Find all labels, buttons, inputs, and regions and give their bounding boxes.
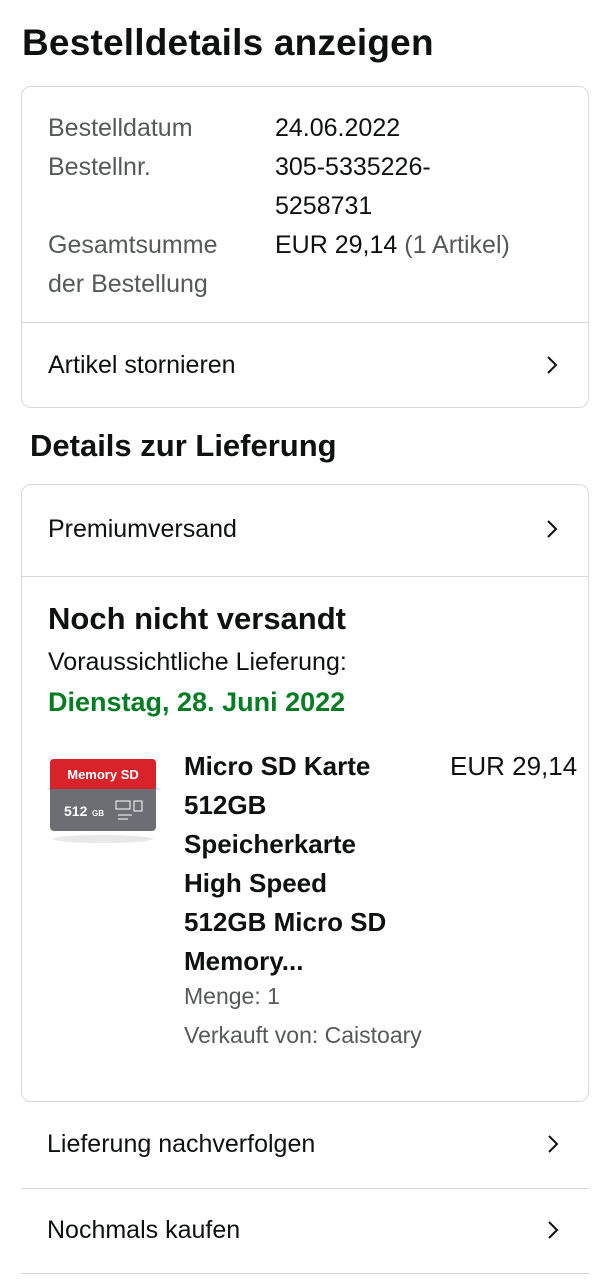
product-image[interactable]: Memory SD 512 GB bbox=[48, 755, 158, 845]
delivery-card: Premiumversand Noch nicht versandt Vorau… bbox=[21, 484, 589, 1102]
order-number-value-line2: 5258731 bbox=[275, 192, 373, 220]
divider bbox=[21, 1273, 589, 1274]
page-title: Bestelldetails anzeigen bbox=[22, 22, 434, 63]
product-seller: Verkauft von: Caistoary bbox=[184, 1022, 422, 1048]
track-delivery-label: Lieferung nachverfolgen bbox=[47, 1129, 316, 1158]
delivery-section-title: Details zur Lieferung bbox=[30, 428, 337, 463]
shipping-method-label: Premiumversand bbox=[48, 514, 237, 543]
chevron-right-icon bbox=[547, 356, 558, 374]
shipment-status: Noch nicht versandt bbox=[48, 601, 346, 636]
order-number-value-line1: 305-5335226- bbox=[275, 153, 431, 181]
product-quantity: Menge: 1 bbox=[184, 983, 280, 1009]
sd-card-brand-text: Memory SD bbox=[67, 767, 139, 782]
delivery-estimate-label: Voraussichtliche Lieferung: bbox=[48, 648, 347, 676]
order-date-value: 24.06.2022 bbox=[275, 114, 401, 142]
order-total-label-line2: der Bestellung bbox=[48, 270, 208, 298]
cancel-items-link[interactable]: Artikel stornieren bbox=[22, 323, 588, 407]
order-total-label-line1: Gesamtsumme bbox=[48, 231, 218, 259]
order-number-label: Bestellnr. bbox=[48, 153, 151, 181]
product-price: EUR 29,14 bbox=[450, 751, 578, 781]
product-title-line: Micro SD Karte bbox=[184, 751, 371, 781]
order-total-value-wrap: EUR 29,14 (1 Artikel) bbox=[275, 226, 575, 265]
order-summary-card: Bestelldatum 24.06.2022 Bestellnr. 305-5… bbox=[21, 86, 589, 408]
chevron-right-icon bbox=[548, 1221, 559, 1239]
shipping-method-link[interactable]: Premiumversand bbox=[22, 487, 588, 571]
order-total-value: EUR 29,14 bbox=[275, 231, 398, 259]
track-delivery-button[interactable]: Lieferung nachverfolgen bbox=[21, 1102, 589, 1186]
sd-card-capacity-unit: GB bbox=[92, 809, 104, 818]
product-title-line: High Speed bbox=[184, 868, 328, 898]
product-title-line: 512GB Micro SD bbox=[184, 907, 387, 937]
sd-card-image: Memory SD 512 GB bbox=[50, 759, 156, 843]
product-title-line: Speicherkarte bbox=[184, 829, 356, 859]
delivery-estimate-date: Dienstag, 28. Juni 2022 bbox=[48, 687, 346, 717]
product-title-line: 512GB bbox=[184, 790, 267, 820]
divider bbox=[22, 576, 588, 577]
buy-again-button[interactable]: Nochmals kaufen bbox=[21, 1188, 589, 1272]
product-title-line: Memory... bbox=[184, 946, 304, 976]
order-date-label: Bestelldatum bbox=[48, 114, 193, 142]
chevron-right-icon bbox=[548, 1135, 559, 1153]
product-title-link[interactable]: Micro SD Karte 512GB Speicherkarte High … bbox=[184, 747, 414, 981]
chevron-right-icon bbox=[547, 520, 558, 538]
cancel-items-label: Artikel stornieren bbox=[48, 350, 236, 379]
buy-again-label: Nochmals kaufen bbox=[47, 1215, 241, 1244]
order-item-count: (1 Artikel) bbox=[404, 231, 510, 259]
sd-card-capacity-text: 512 bbox=[64, 803, 88, 819]
